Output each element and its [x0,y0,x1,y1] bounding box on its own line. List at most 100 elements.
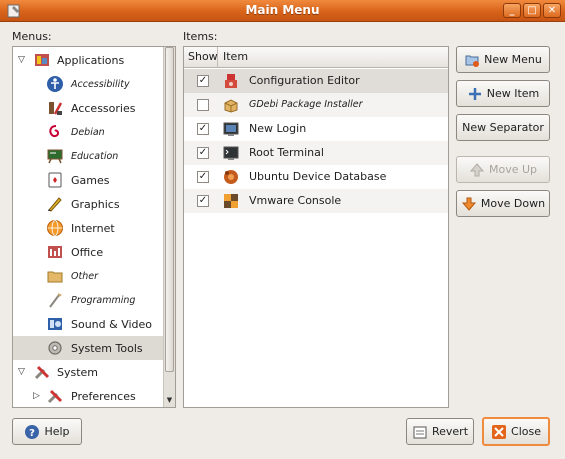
sound-video-icon [48,318,62,330]
maximize-icon: □ [527,5,537,16]
item-row[interactable]: ✓ Root Terminal [184,141,448,165]
tree-item-system[interactable]: ▽ System [13,360,163,384]
tree-item-system-tools[interactable]: System Tools [13,336,163,360]
tree-item-label: Internet [71,221,115,235]
accessibility-icon [47,76,63,92]
show-checkbox[interactable]: ✓ [197,147,209,159]
scroll-down-icon[interactable]: ▼ [165,394,174,406]
other-folder-icon [47,271,63,283]
main-menu-window: Main Menu _ □ ✕ Menus: Items: ▽ Applicat… [0,0,565,459]
show-checkbox[interactable]: ✓ [197,123,209,135]
items-header: Show Item [184,47,448,68]
tree-item-programming[interactable]: Programming [13,288,163,312]
arrow-down-icon [461,197,476,211]
tree-item-label: System [57,365,99,379]
revert-label: Revert [431,425,469,438]
scrollbar-thumb[interactable] [165,47,174,372]
menu-tree[interactable]: ▽ Applications Accessibility Accessories [12,46,176,408]
tree-item-internet[interactable]: Internet [13,216,163,240]
title-bar[interactable]: Main Menu _ □ ✕ [0,0,565,22]
revert-button[interactable]: Revert [406,418,474,445]
move-up-button[interactable]: Move Up [456,156,550,183]
tree-item-accessibility[interactable]: Accessibility [13,72,163,96]
accessories-icon [49,102,63,115]
tree-item-label: Graphics [71,197,120,211]
help-label: Help [44,425,70,438]
item-row[interactable]: ✓ Configuration Editor [184,69,448,93]
item-label: Vmware Console [249,194,342,207]
new-separator-button[interactable]: New Separator [456,114,550,141]
applications-icon [35,54,49,66]
expander-open-icon[interactable]: ▽ [18,367,25,377]
new-item-button[interactable]: New Item [456,80,550,107]
new-separator-label: New Separator [462,121,544,134]
system-tools-icon [48,341,62,355]
tree-item-graphics[interactable]: Graphics [13,192,163,216]
menus-label: Menus: [12,30,52,43]
tree-item-debian[interactable]: Debian [13,120,163,144]
item-row[interactable]: GDebi Package Installer [184,93,448,117]
window-title: Main Menu [245,3,320,17]
tree-scrollbar[interactable]: ▼ [163,47,175,407]
item-label: Configuration Editor [249,74,360,87]
expander-open-icon[interactable]: ▽ [18,55,25,65]
item-row[interactable]: ✓ Ubuntu Device Database [184,165,448,189]
item-label: GDebi Package Installer [249,99,363,110]
close-button[interactable]: Close [482,417,550,446]
tree-item-sound-video[interactable]: Sound & Video [13,312,163,336]
revert-icon [413,426,427,438]
svg-text:?: ? [30,428,36,439]
new-item-label: New Item [486,87,540,100]
tree-item-applications[interactable]: ▽ Applications [13,48,163,72]
tree-item-accessories[interactable]: Accessories [13,96,163,120]
education-icon [47,149,63,164]
show-checkbox[interactable]: ✓ [197,171,209,183]
tree-item-label: Accessibility [71,78,130,90]
move-down-button[interactable]: Move Down [456,190,550,217]
new-menu-button[interactable]: New Menu [456,46,550,73]
debian-icon [49,125,60,138]
column-header-show[interactable]: Show [184,47,218,68]
tree-item-education[interactable]: Education [13,144,163,168]
show-checkbox[interactable]: ✓ [197,75,209,87]
item-row[interactable]: ✓ New Login [184,117,448,141]
item-row[interactable]: ✓ Vmware Console [184,189,448,213]
move-down-label: Move Down [480,197,546,210]
window-close-button[interactable]: ✕ [543,3,561,18]
minimize-button[interactable]: _ [503,3,521,18]
new-menu-label: New Menu [484,53,542,66]
office-icon [48,246,62,258]
preferences-icon [47,389,63,404]
tree-item-games[interactable]: Games [13,168,163,192]
tree-item-other[interactable]: Other [13,264,163,288]
package-installer-icon [224,99,238,113]
vmware-icon [224,194,238,208]
show-checkbox[interactable]: ✓ [197,195,209,207]
tree-item-label: Other [71,270,98,282]
items-list[interactable]: Show Item ✓ Configuration Editor GDebi P… [183,46,449,408]
expander-closed-icon[interactable]: ▷ [33,391,40,401]
configuration-editor-icon [225,74,237,88]
item-label: Ubuntu Device Database [249,170,387,183]
menu-tree-list: ▽ Applications Accessibility Accessories [13,47,163,407]
games-icon [48,172,62,188]
show-checkbox[interactable] [197,99,209,111]
close-x-icon: ✕ [547,5,557,16]
tree-item-preferences[interactable]: ▷ Preferences [13,384,163,407]
tree-item-office[interactable]: Office [13,240,163,264]
arrow-up-icon [469,162,485,176]
tree-item-label: Debian [71,126,105,138]
device-database-icon [224,170,238,184]
tree-item-label: Education [71,150,119,162]
column-header-item[interactable]: Item [219,47,448,68]
terminal-icon [223,146,239,160]
graphics-icon [48,197,62,212]
programming-icon [49,293,62,308]
maximize-button[interactable]: □ [523,3,541,18]
help-button[interactable]: ? Help [12,418,82,445]
item-label: New Login [249,122,307,135]
tree-item-label: Accessories [71,101,136,115]
new-login-icon [223,122,239,136]
system-icon [34,365,50,380]
tree-item-label: Programming [71,294,136,306]
